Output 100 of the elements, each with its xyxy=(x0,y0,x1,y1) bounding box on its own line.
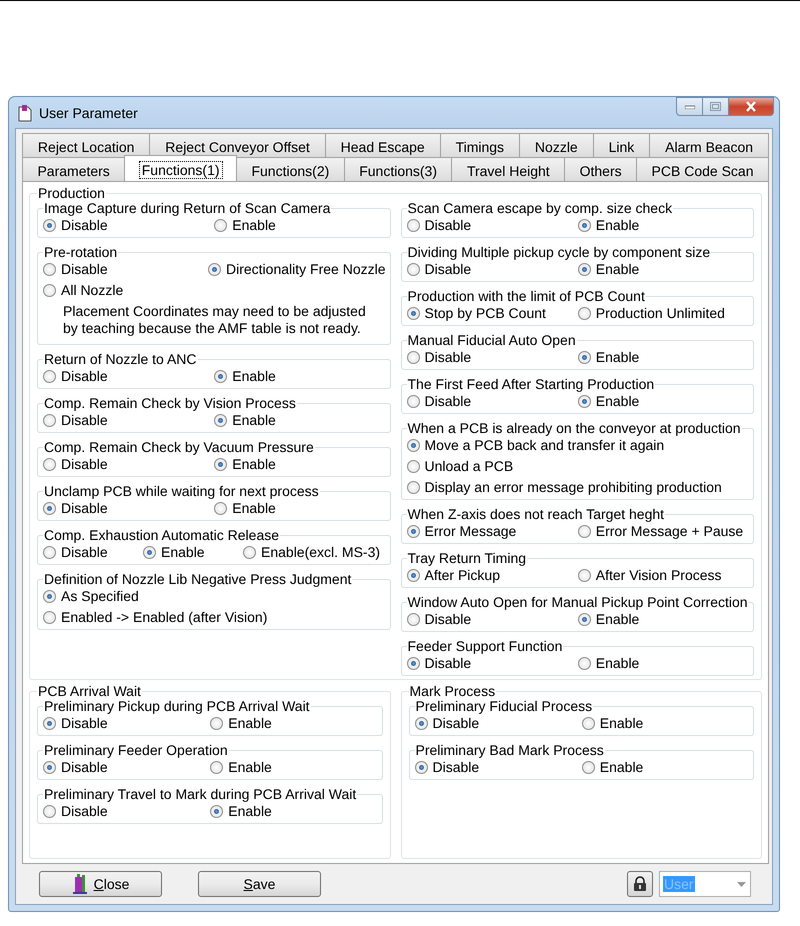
tab[interactable]: Head Escape xyxy=(324,133,441,157)
tab[interactable]: Reject Conveyor Offset xyxy=(149,133,326,157)
radio-button[interactable]: Disable xyxy=(406,611,472,627)
group-title: Preliminary Pickup during PCB Arrival Wait xyxy=(43,699,311,714)
window-title: User Parameter xyxy=(39,104,138,120)
radio-button[interactable]: Disable xyxy=(43,217,108,233)
radio-button[interactable]: Disable xyxy=(43,261,108,277)
close-icon xyxy=(745,101,757,112)
tab[interactable]: Parameters xyxy=(22,157,126,181)
radio-button[interactable]: Enable xyxy=(214,500,276,516)
group-title: Comp. Remain Check by Vision Process xyxy=(43,396,297,411)
radio-button[interactable]: Disable xyxy=(406,217,472,233)
group-title: Manual Fiducial Auto Open xyxy=(406,333,577,348)
tab[interactable]: Functions(3) xyxy=(344,157,452,181)
radio-button[interactable]: Enable xyxy=(578,217,640,233)
radio-button[interactable]: Disable xyxy=(406,655,472,671)
radio-button[interactable]: Disable xyxy=(43,368,108,384)
tab[interactable]: Alarm Beacon xyxy=(649,133,769,157)
radio-button[interactable]: Enabled -> Enabled (after Vision) xyxy=(43,609,268,625)
group-title: Preliminary Fiducial Process xyxy=(414,699,594,714)
radio-button[interactable]: Enable xyxy=(214,217,276,233)
tab[interactable]: Timings xyxy=(440,133,520,157)
group-title: Window Auto Open for Manual Pickup Point Correction xyxy=(406,595,749,610)
group-title: When a PCB is already on the conveyor at production xyxy=(406,421,742,436)
note-text: Placement Coordinates may need to be adjusted xyxy=(62,303,367,320)
maximize-icon xyxy=(710,102,721,111)
minimize-button[interactable] xyxy=(676,97,703,116)
radio-button[interactable]: Enable xyxy=(214,368,276,384)
radio-button[interactable]: Disable xyxy=(43,544,108,560)
radio-button[interactable]: Disable xyxy=(414,715,480,731)
radio-button[interactable]: Disable xyxy=(406,349,472,365)
radio-button[interactable]: Enable xyxy=(143,544,205,560)
group-title: Dividing Multiple pickup cycle by component size xyxy=(406,245,712,260)
radio-button[interactable]: Disable xyxy=(406,393,472,409)
group-title: Return of Nozzle to ANC xyxy=(43,352,198,367)
radio-button[interactable]: Enable xyxy=(210,715,272,731)
radio-button[interactable]: As Specified xyxy=(43,588,139,604)
radio-button[interactable]: Enable(excl. MS-3) xyxy=(243,544,380,560)
lock-button[interactable] xyxy=(627,871,653,897)
minimize-icon xyxy=(684,104,694,108)
group-title: Definition of Nozzle Lib Negative Press Judgment xyxy=(43,572,352,587)
group-title: Comp. Exhaustion Automatic Release xyxy=(43,528,280,543)
radio-button[interactable]: Disable xyxy=(43,759,108,775)
radio-button[interactable]: Enable xyxy=(578,611,640,627)
radio-button[interactable]: Enable xyxy=(582,759,644,775)
tab[interactable]: Travel Height xyxy=(451,157,566,181)
radio-button[interactable]: All Nozzle xyxy=(43,282,124,298)
radio-button[interactable]: Enable xyxy=(578,393,640,409)
group-title: Preliminary Feeder Operation xyxy=(43,743,229,758)
close-button[interactable]: Close xyxy=(39,871,162,897)
tab[interactable]: Nozzle xyxy=(519,133,594,157)
tab[interactable]: Functions(2) xyxy=(236,157,345,181)
radio-button[interactable]: Error Message + Pause xyxy=(578,523,744,539)
radio-button[interactable]: Unload a PCB xyxy=(406,458,514,474)
section-title: Production xyxy=(37,186,106,201)
radio-button[interactable]: Enable xyxy=(210,759,272,775)
radio-button[interactable]: Directionality Free Nozzle xyxy=(208,261,386,277)
group-title: Preliminary Bad Mark Process xyxy=(414,743,605,758)
door-icon xyxy=(72,874,88,894)
radio-button[interactable]: Disable xyxy=(406,261,472,277)
tab[interactable]: Link xyxy=(592,133,650,157)
section-title: Mark Process xyxy=(408,684,496,699)
section-title: PCB Arrival Wait xyxy=(37,684,142,699)
radio-button[interactable]: Stop by PCB Count xyxy=(406,305,546,321)
radio-button[interactable]: Enable xyxy=(214,412,276,428)
radio-button[interactable]: Disable xyxy=(43,412,108,428)
close-button[interactable] xyxy=(729,97,774,116)
radio-button[interactable]: Disable xyxy=(43,803,108,819)
tab[interactable]: Functions(1) xyxy=(124,155,238,181)
group-title: Preliminary Travel to Mark during PCB Arrival Wait xyxy=(43,787,358,802)
radio-button[interactable]: Enable xyxy=(210,803,272,819)
app-icon xyxy=(17,104,33,122)
radio-button[interactable]: Move a PCB back and transfer it again xyxy=(406,437,664,453)
dropdown-arrow-icon xyxy=(737,882,746,886)
radio-button[interactable]: Enable xyxy=(578,261,640,277)
group-title: Scan Camera escape by comp. size check xyxy=(406,201,674,216)
radio-button[interactable]: Error Message xyxy=(406,523,516,539)
radio-button[interactable]: Disable xyxy=(43,456,108,472)
radio-button[interactable]: Disable xyxy=(414,759,480,775)
radio-button[interactable]: Disable xyxy=(43,500,108,516)
radio-button[interactable]: Enable xyxy=(582,715,644,731)
radio-button[interactable]: Enable xyxy=(578,655,640,671)
group-title: Unclamp PCB while waiting for next process xyxy=(43,484,320,499)
group-title: Tray Return Timing xyxy=(406,551,528,566)
radio-button[interactable]: Enable xyxy=(214,456,276,472)
group-title: Image Capture during Return of Scan Camera xyxy=(43,201,332,216)
save-button[interactable]: Save xyxy=(198,871,321,897)
group-title: Comp. Remain Check by Vacuum Pressure xyxy=(43,440,315,455)
radio-button[interactable]: After Pickup xyxy=(406,567,500,583)
radio-button[interactable]: After Vision Process xyxy=(578,567,722,583)
tab[interactable]: PCB Code Scan xyxy=(636,157,769,181)
group-title: Pre-rotation xyxy=(43,245,118,260)
radio-button[interactable]: Production Unlimited xyxy=(578,305,725,321)
radio-button[interactable]: Enable xyxy=(578,349,640,365)
radio-button[interactable]: Disable xyxy=(43,715,108,731)
maximize-button[interactable] xyxy=(703,97,729,116)
tab[interactable]: Reject Location xyxy=(22,133,150,157)
note-text: by teaching because the AMF table is not ready. xyxy=(62,320,362,337)
tab[interactable]: Others xyxy=(564,157,638,181)
radio-button[interactable]: Display an error message prohibiting production xyxy=(406,479,722,495)
